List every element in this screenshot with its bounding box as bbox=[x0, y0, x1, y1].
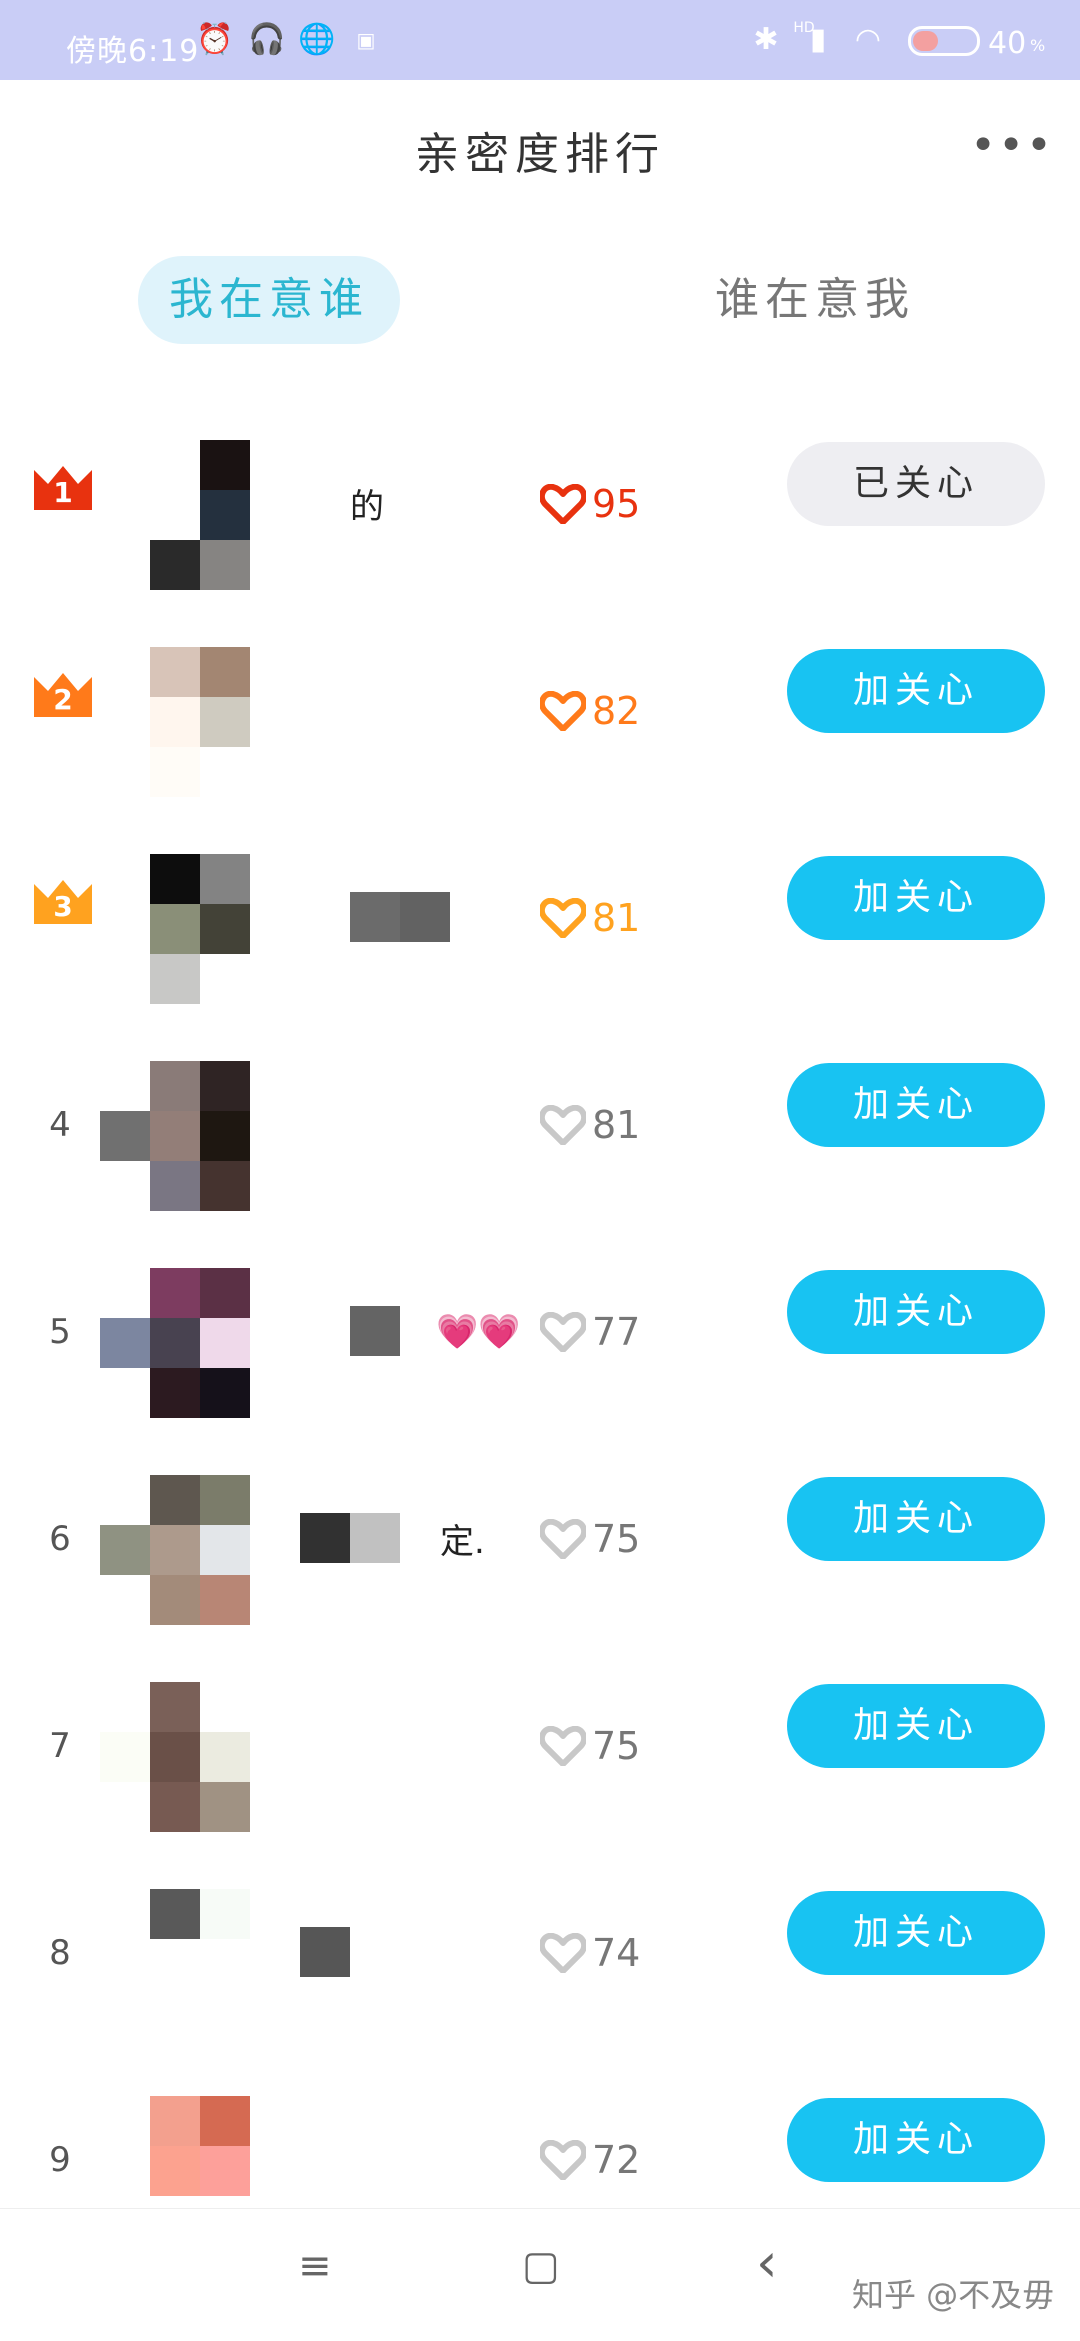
menu-icon[interactable]: ≡ bbox=[298, 2243, 332, 2289]
avatar[interactable] bbox=[150, 1061, 250, 1211]
intimacy-score: 74 bbox=[592, 1930, 641, 1975]
heart-icon bbox=[540, 1228, 586, 1435]
name-redacted bbox=[350, 1513, 400, 1563]
intimacy-score: 75 bbox=[592, 1723, 641, 1768]
intimacy-score: 81 bbox=[592, 895, 641, 940]
avatar[interactable] bbox=[150, 440, 250, 590]
avatar-fragment bbox=[100, 1111, 150, 1161]
follow-button[interactable]: 加关心 bbox=[787, 1063, 1045, 1147]
crown-icon: 1 bbox=[32, 462, 94, 510]
back-icon[interactable]: ‹ bbox=[756, 2231, 778, 2294]
name-redacted bbox=[300, 1513, 350, 1563]
contact-name: 💗💗 bbox=[436, 1311, 521, 1352]
avatar-fragment bbox=[100, 1525, 150, 1575]
follow-button[interactable]: 加关心 bbox=[787, 1891, 1045, 1975]
heart-icon bbox=[540, 607, 586, 814]
list-item[interactable]: 8 74 加关心 bbox=[0, 1849, 1080, 2056]
crown-icon: 3 bbox=[32, 876, 94, 924]
follow-button[interactable]: 加关心 bbox=[787, 856, 1045, 940]
rank-number: 4 bbox=[49, 1104, 71, 1145]
heart-icon bbox=[540, 1021, 586, 1228]
crown-icon: 2 bbox=[32, 669, 94, 717]
follow-button[interactable]: 加关心 bbox=[787, 649, 1045, 733]
avatar[interactable] bbox=[150, 1682, 250, 1832]
list-item[interactable]: 3 81 加关心 bbox=[0, 814, 1080, 1021]
heart-icon bbox=[540, 1849, 586, 2056]
intimacy-score: 77 bbox=[592, 1309, 641, 1354]
follow-button[interactable]: 加关心 bbox=[787, 1684, 1045, 1768]
intimacy-score: 81 bbox=[592, 1102, 641, 1147]
rank-number: 8 bbox=[49, 1932, 71, 1973]
wifi-icon: ◠ bbox=[854, 22, 882, 57]
intimacy-score: 75 bbox=[592, 1516, 641, 1561]
list-item[interactable]: 7 75 加关心 bbox=[0, 1642, 1080, 1849]
heart-icon bbox=[540, 1435, 586, 1642]
follow-button[interactable]: 加关心 bbox=[787, 2098, 1045, 2182]
intimacy-ranking-list: 1 的 95 已关心 2 82 加关心 3 81 加关心 4 81 加关心 5 💗💗 77 加关心 6 定. 75 加关… bbox=[0, 400, 1080, 2263]
rank-number: 5 bbox=[49, 1311, 71, 1352]
alarm-icon: ⏰ bbox=[196, 22, 234, 57]
rank-number: 7 bbox=[49, 1725, 71, 1766]
heart-icon bbox=[540, 814, 586, 1021]
avatar[interactable] bbox=[150, 1475, 250, 1625]
bluetooth-icon: ✱ bbox=[753, 22, 779, 57]
home-icon[interactable]: ▢ bbox=[522, 2243, 560, 2289]
signal-icon: ▮ bbox=[809, 22, 827, 57]
list-item[interactable]: 1 的 95 已关心 bbox=[0, 400, 1080, 607]
name-redacted bbox=[350, 892, 400, 942]
follow-button[interactable]: 加关心 bbox=[787, 1270, 1045, 1354]
rank-number: 6 bbox=[49, 1518, 71, 1559]
page-title: 亲密度排行 bbox=[415, 129, 665, 180]
tab-i-care-about[interactable]: 我在意谁 bbox=[138, 256, 400, 344]
battery-level: 40 bbox=[988, 26, 1027, 61]
heart-icon bbox=[540, 400, 586, 607]
avatar[interactable] bbox=[150, 854, 250, 1004]
rank-number: 1 bbox=[53, 476, 73, 509]
heart-icon bbox=[540, 1642, 586, 1849]
headset-icon: 🎧 bbox=[248, 22, 286, 57]
followed-button[interactable]: 已关心 bbox=[787, 442, 1045, 526]
name-redacted bbox=[300, 1927, 350, 1977]
avatar-fragment bbox=[100, 1732, 150, 1782]
status-bar: 傍晚6:19 ⏰ 🎧 🌐 ▣ ✱ HD ▮ ◠ 40 % bbox=[0, 0, 1080, 80]
battery-unit: % bbox=[1030, 36, 1046, 55]
watermark: 知乎 @不及毋 bbox=[852, 2276, 1055, 2314]
intimacy-score: 95 bbox=[592, 481, 641, 526]
follow-button[interactable]: 加关心 bbox=[787, 1477, 1045, 1561]
rank-number: 2 bbox=[53, 683, 73, 716]
intimacy-score: 82 bbox=[592, 688, 641, 733]
name-redacted bbox=[400, 892, 450, 942]
avatar-fragment bbox=[100, 1318, 150, 1368]
tab-who-cares-about-me[interactable]: 谁在意我 bbox=[700, 256, 930, 344]
list-item[interactable]: 2 82 加关心 bbox=[0, 607, 1080, 814]
tab-bar: 我在意谁 谁在意我 bbox=[0, 250, 1080, 350]
contact-name: 定. bbox=[440, 1522, 485, 1562]
list-item[interactable]: 5 💗💗 77 加关心 bbox=[0, 1228, 1080, 1435]
globe-icon: 🌐 bbox=[298, 22, 336, 57]
list-item[interactable]: 4 81 加关心 bbox=[0, 1021, 1080, 1228]
avatar[interactable] bbox=[150, 1889, 250, 2039]
app-header: 亲密度排行 ••• bbox=[0, 80, 1080, 220]
rank-number: 3 bbox=[53, 890, 73, 923]
avatar[interactable] bbox=[150, 1268, 250, 1418]
more-options-icon[interactable]: ••• bbox=[970, 120, 1054, 171]
contact-name: 的 bbox=[350, 487, 384, 527]
avatar[interactable] bbox=[150, 647, 250, 797]
app-icon: ▣ bbox=[356, 28, 376, 52]
status-time: 傍晚6:19 bbox=[66, 34, 200, 69]
battery-icon bbox=[908, 26, 980, 56]
name-redacted bbox=[350, 1306, 400, 1356]
list-item[interactable]: 6 定. 75 加关心 bbox=[0, 1435, 1080, 1642]
